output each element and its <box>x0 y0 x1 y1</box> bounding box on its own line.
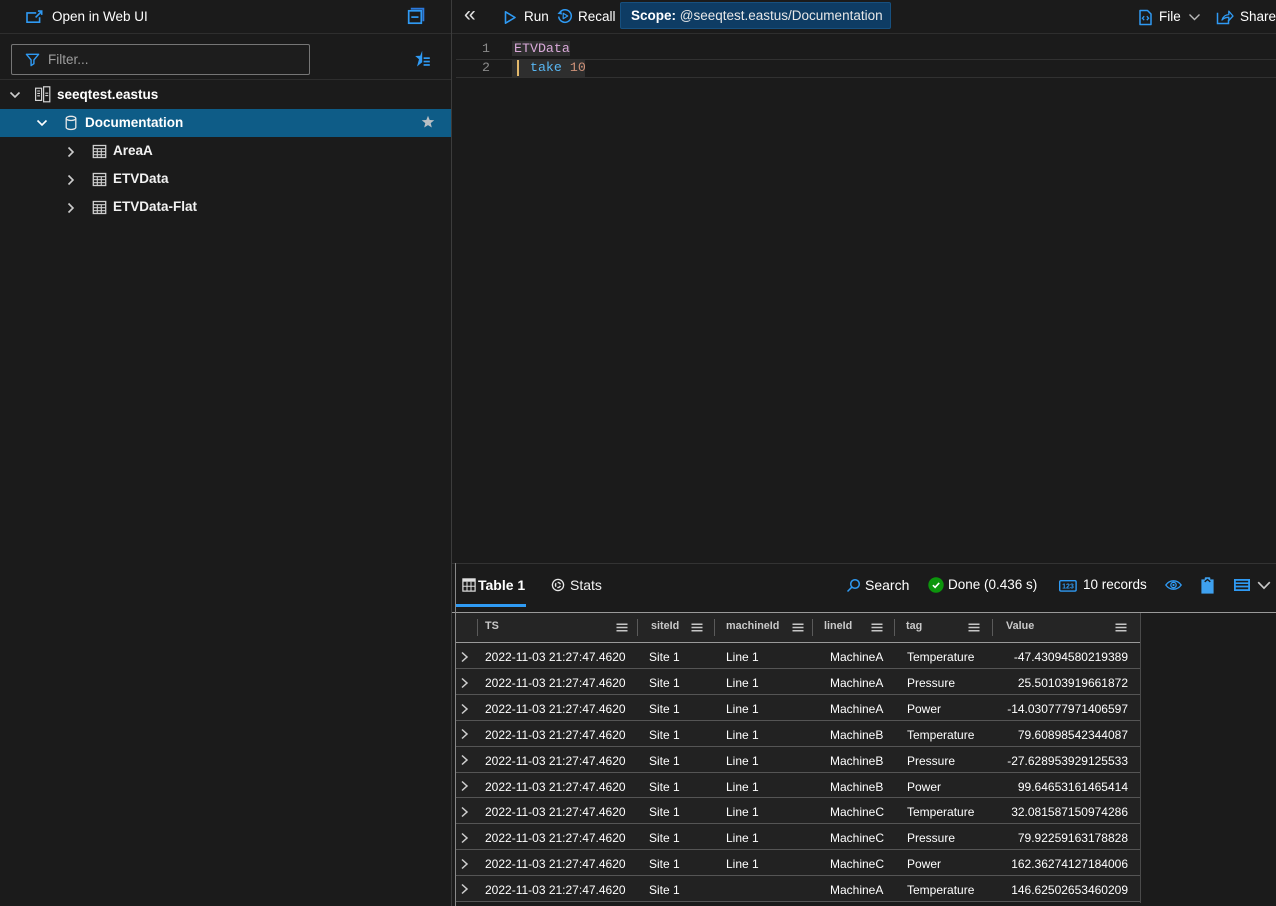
svg-text:123: 123 <box>1062 584 1074 591</box>
